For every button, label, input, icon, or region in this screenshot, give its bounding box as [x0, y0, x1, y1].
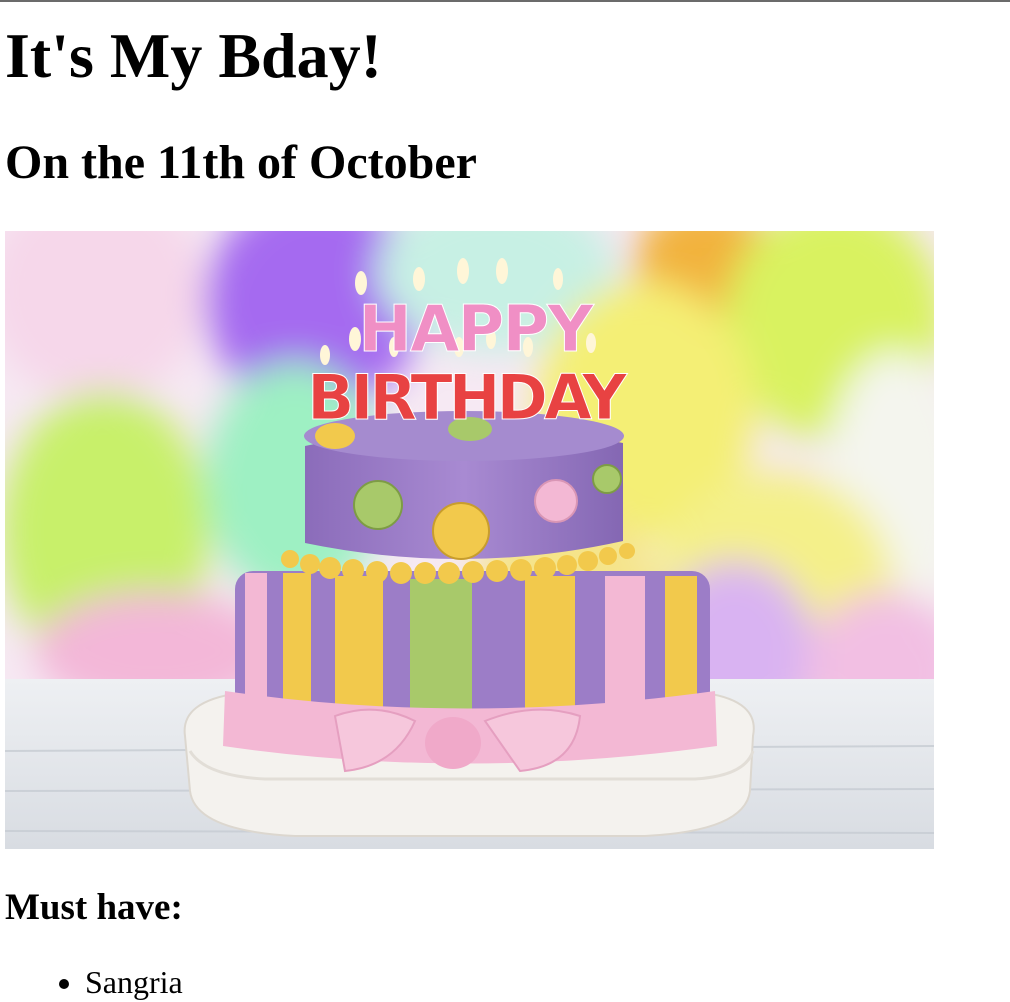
top-border	[0, 0, 1010, 2]
must-have-heading: Must have:	[5, 887, 183, 928]
candle-birthday-text: BIRTHDAY	[307, 361, 628, 434]
birthday-cake-image: HAPPY BIRTHDAY	[5, 231, 934, 849]
page-title: It's My Bday!	[5, 20, 382, 91]
list-item: Sangria	[85, 962, 183, 1002]
page-subtitle: On the 11th of October	[5, 136, 477, 189]
must-have-list: Sangria	[5, 962, 183, 1002]
candle-happy-text: HAPPY	[358, 293, 594, 367]
